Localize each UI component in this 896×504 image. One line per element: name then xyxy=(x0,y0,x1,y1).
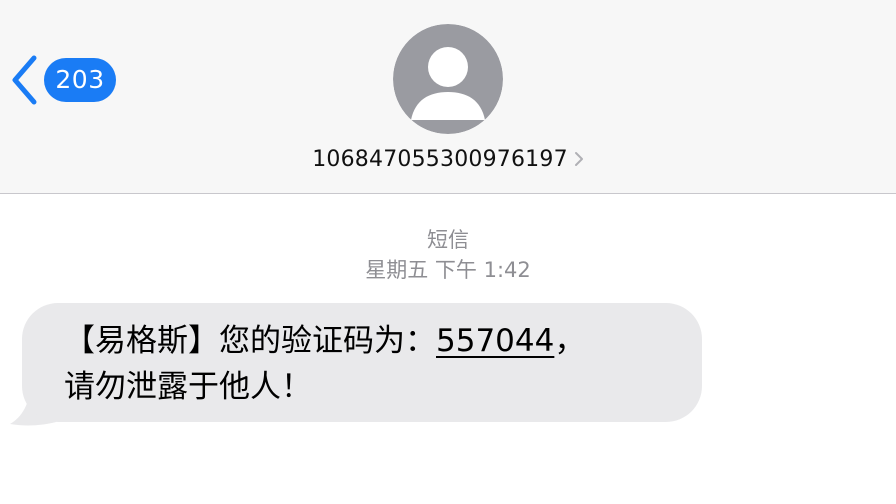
chevron-right-icon xyxy=(574,152,583,166)
messages-screen: 203 106847055300976197 短信 星期五 下午 1:42 【易… xyxy=(0,0,896,504)
person-silhouette-icon xyxy=(393,24,503,134)
message-line-2: 请勿泄露于他人！ xyxy=(64,369,312,405)
service-label: 短信 xyxy=(427,228,469,252)
contact-avatar[interactable] xyxy=(393,24,503,134)
unread-count-badge: 203 xyxy=(44,58,116,102)
message-code-suffix: ， xyxy=(554,323,586,359)
back-button[interactable]: 203 xyxy=(8,52,116,108)
verification-code-link[interactable]: 557044 xyxy=(436,323,554,359)
conversation-header: 203 106847055300976197 xyxy=(0,0,896,194)
message-line-1: 【易格斯】您的验证码为：557044， xyxy=(64,318,678,364)
contact-number: 106847055300976197 xyxy=(312,146,568,172)
message-bubble[interactable]: 【易格斯】您的验证码为：557044， 请勿泄露于他人！ xyxy=(22,303,702,422)
message-prefix: 【易格斯】您的验证码为： xyxy=(64,323,436,359)
contact-details-link[interactable]: 106847055300976197 xyxy=(0,142,896,176)
chevron-left-icon xyxy=(12,55,37,105)
message-timestamp: 星期五 下午 1:42 xyxy=(365,258,531,282)
